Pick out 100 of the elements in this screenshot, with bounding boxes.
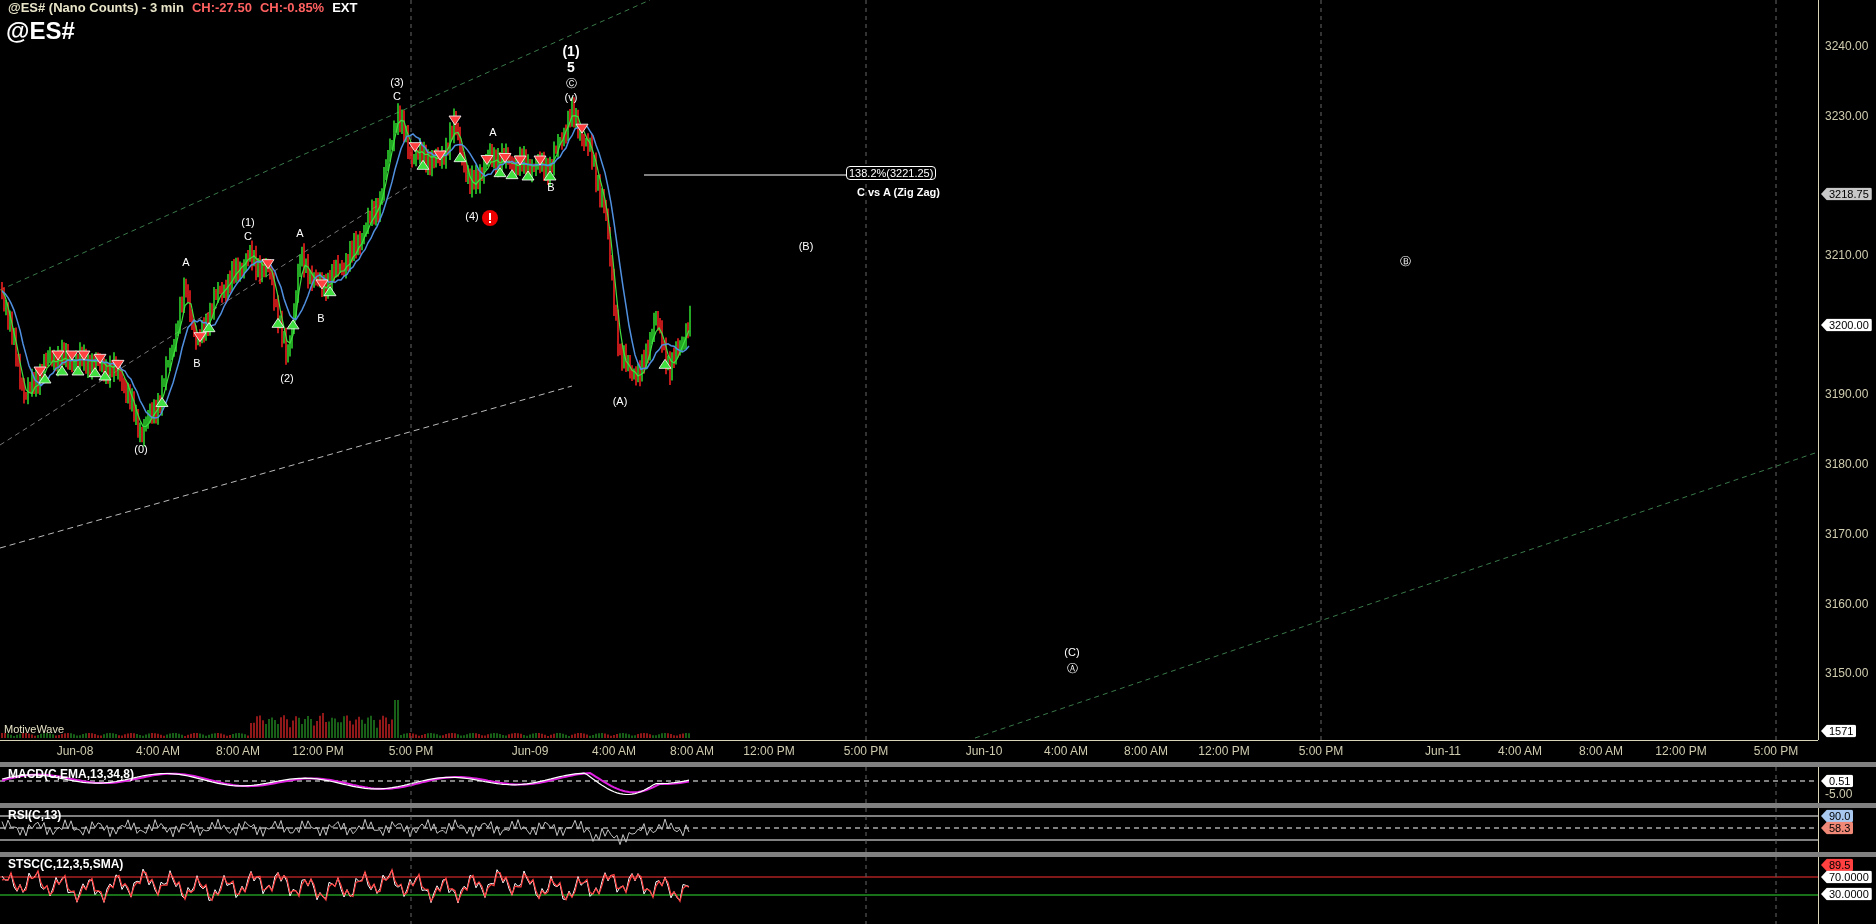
sell-signal-icon bbox=[93, 353, 107, 364]
wave-label: (A) bbox=[612, 395, 628, 407]
sell-signal-icon bbox=[51, 350, 65, 361]
buy-signal-icon bbox=[271, 317, 285, 328]
price-marker: 1571 bbox=[1821, 724, 1857, 738]
volume-pane-label: MotiveWave bbox=[4, 723, 65, 735]
wave-label: A bbox=[296, 227, 304, 239]
value-marker: 30.0000 bbox=[1821, 887, 1872, 901]
time-tick-label: 5:00 PM bbox=[1298, 744, 1344, 758]
time-tick-label: 4:00 AM bbox=[592, 744, 636, 758]
value-marker: 58.3 bbox=[1821, 821, 1854, 835]
sell-signal-icon bbox=[33, 366, 47, 377]
wave-label: 5 bbox=[567, 59, 575, 75]
wave-label: C bbox=[393, 90, 401, 102]
time-tick-label: 4:00 AM bbox=[136, 744, 180, 758]
sell-signal-icon bbox=[480, 155, 494, 165]
buy-signal-icon bbox=[493, 167, 507, 178]
time-tick-label: 8:00 AM bbox=[216, 744, 260, 758]
time-tick-label: 12:00 PM bbox=[1655, 744, 1707, 758]
value-marker: 90.0 bbox=[1821, 809, 1854, 823]
price-tick-label: 3170.00 bbox=[1825, 527, 1869, 541]
sell-signal-icon bbox=[65, 350, 79, 361]
time-tick-label: 8:00 AM bbox=[1124, 744, 1168, 758]
sell-signal-icon bbox=[315, 279, 329, 290]
price-marker: 3200.00 bbox=[1821, 318, 1872, 332]
buy-signal-icon bbox=[71, 365, 85, 376]
price-tick-label: 3190.00 bbox=[1825, 387, 1869, 401]
wave-label: (0) bbox=[134, 443, 148, 455]
price-tick-label: 3150.00 bbox=[1825, 666, 1869, 680]
fibonacci-value-label: 138.2%(3221.25) bbox=[846, 166, 937, 180]
time-tick-label: 12:00 PM bbox=[1198, 744, 1250, 758]
buy-signal-icon bbox=[55, 365, 69, 376]
value-marker: 0.51 bbox=[1821, 774, 1854, 788]
wave-label: Ⓒ bbox=[565, 75, 577, 91]
time-tick-label: 8:00 AM bbox=[1579, 744, 1623, 758]
sell-signal-icon bbox=[513, 155, 527, 166]
time-tick-label: 12:00 PM bbox=[743, 744, 795, 758]
wave-label: B bbox=[193, 357, 201, 369]
buy-signal-icon bbox=[543, 170, 557, 181]
sell-signal-icon bbox=[193, 332, 207, 343]
time-tick-label: 4:00 AM bbox=[1044, 744, 1088, 758]
buy-signal-icon bbox=[505, 169, 519, 180]
time-tick-label: Jun-11 bbox=[1425, 744, 1461, 758]
buy-signal-icon bbox=[98, 370, 112, 381]
indicator-title: STSC(C,12,3,5,SMA) bbox=[8, 857, 124, 871]
buy-signal-icon bbox=[453, 152, 467, 163]
buy-signal-icon bbox=[286, 319, 300, 330]
wave-label: C bbox=[244, 230, 252, 242]
sell-signal-icon bbox=[575, 123, 589, 134]
price-tick-label: 3180.00 bbox=[1825, 457, 1869, 471]
alert-icon bbox=[482, 210, 498, 226]
sell-signal-icon bbox=[448, 115, 462, 126]
sell-signal-icon bbox=[77, 350, 91, 361]
wave-label: Ⓐ bbox=[1066, 660, 1078, 676]
wave-label: (3) bbox=[390, 76, 404, 88]
wave-label: (1) bbox=[241, 216, 255, 228]
price-tick-label: 3230.00 bbox=[1825, 109, 1869, 123]
fibonacci-caption: C vs A (Zig Zag) bbox=[857, 186, 940, 198]
axis-tick-label: -5.00 bbox=[1825, 787, 1853, 801]
buy-signal-icon bbox=[155, 397, 169, 407]
time-tick-label: 8:00 AM bbox=[670, 744, 714, 758]
wave-label: (4) bbox=[465, 210, 479, 222]
buy-signal-icon bbox=[202, 322, 216, 333]
buy-signal-icon bbox=[88, 367, 102, 378]
buy-signal-icon bbox=[658, 358, 672, 369]
indicator-title: RSI(C,13) bbox=[8, 808, 62, 822]
wave-label: Ⓑ bbox=[1399, 253, 1411, 269]
sell-signal-icon bbox=[533, 155, 547, 166]
time-tick-label: 12:00 PM bbox=[292, 744, 344, 758]
wave-label: (1) bbox=[562, 43, 580, 59]
wave-label: (B) bbox=[798, 240, 814, 252]
price-marker: 3218.75 bbox=[1821, 187, 1872, 201]
time-tick-label: 5:00 PM bbox=[388, 744, 434, 758]
sell-signal-icon bbox=[433, 150, 447, 161]
time-tick-label: 4:00 AM bbox=[1498, 744, 1542, 758]
price-tick-label: 3160.00 bbox=[1825, 597, 1869, 611]
buy-signal-icon bbox=[521, 170, 535, 181]
buy-signal-icon bbox=[323, 286, 337, 297]
time-tick-label: Jun-10 bbox=[965, 744, 1003, 758]
sell-signal-icon bbox=[111, 359, 125, 370]
wave-label: A bbox=[489, 126, 497, 138]
sell-signal-icon bbox=[261, 259, 275, 270]
wave-label: B bbox=[317, 312, 325, 324]
buy-signal-icon bbox=[416, 159, 430, 170]
wave-label: B bbox=[547, 181, 555, 193]
wave-label: (v) bbox=[564, 91, 578, 103]
chart-title: @ES# (Nano Counts) - 3 min CH:-27.50 CH:-0.85% EXT bbox=[8, 0, 358, 15]
wave-label: (C) bbox=[1064, 646, 1080, 658]
indicator-title: MACD(C,EMA,13,34,8) bbox=[8, 767, 135, 781]
wave-label: A bbox=[182, 256, 190, 268]
time-tick-label: Jun-08 bbox=[56, 744, 94, 758]
symbol-label: @ES# bbox=[6, 17, 75, 45]
value-marker: 70.0000 bbox=[1821, 870, 1872, 884]
wave-label: (2) bbox=[280, 372, 294, 384]
sell-signal-icon bbox=[498, 153, 512, 163]
price-tick-label: 3210.00 bbox=[1825, 248, 1869, 262]
buy-signal-icon bbox=[38, 373, 52, 384]
price-tick-label: 3240.00 bbox=[1825, 39, 1869, 53]
sell-signal-icon bbox=[408, 142, 422, 153]
time-tick-label: 5:00 PM bbox=[843, 744, 889, 758]
